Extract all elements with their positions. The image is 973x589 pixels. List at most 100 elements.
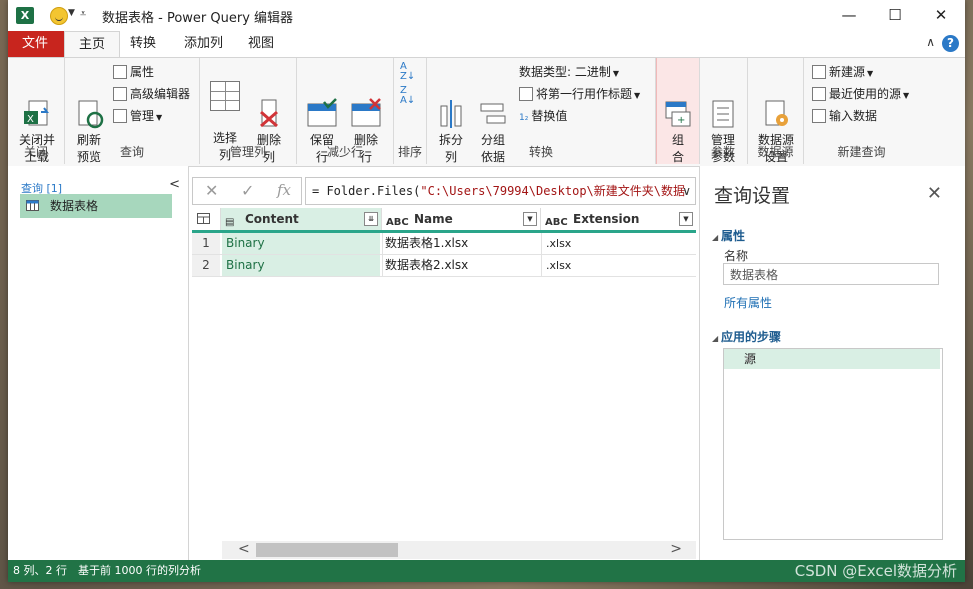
table-row: 1 Binary 数据表格1.xlsx .xlsx	[192, 233, 696, 255]
customize-toolbar-icon[interactable]: ⩡	[80, 7, 86, 21]
advanced-editor-button[interactable]: 高级编辑器	[113, 84, 190, 104]
svg-text:X: X	[27, 114, 34, 125]
tab-file[interactable]: 文件	[8, 31, 64, 57]
recent-sources-label: 最近使用的源	[829, 87, 902, 101]
data-source-settings-icon	[760, 81, 792, 126]
group-query-label: 查询	[119, 145, 144, 159]
query-settings-title: 查询设置	[714, 185, 791, 207]
column-header-content[interactable]: ▤ Content ⇊	[221, 208, 382, 230]
tab-transform[interactable]: 转换	[116, 31, 170, 57]
scroll-left-icon[interactable]: <	[238, 541, 250, 557]
applied-steps-header[interactable]: 应用的步骤	[712, 328, 781, 345]
group-parameters: 管理 参数 参数	[699, 58, 748, 164]
sort-ascending-icon[interactable]: A Z↓	[400, 62, 415, 82]
binary-cell[interactable]: Binary	[222, 255, 380, 276]
group-close-label: 关闭	[23, 145, 48, 159]
scroll-thumb[interactable]	[256, 543, 398, 557]
horizontal-scrollbar[interactable]: < >	[222, 541, 696, 559]
recent-sources-button[interactable]: 最近使用的源 ▼	[812, 84, 909, 104]
properties-button[interactable]: 属性	[113, 62, 154, 82]
column-name: Name	[414, 212, 453, 226]
replace-values-label: 替换值	[531, 109, 568, 123]
gear-icon[interactable]: ✲	[744, 349, 933, 369]
formula-bar: ✕ ✓ fx = Folder.Files("C:\Users\79994\De…	[192, 177, 696, 205]
formula-input[interactable]: = Folder.Files("C:\Users\79994\Desktop\新…	[305, 177, 696, 205]
keep-rows-icon	[306, 81, 338, 127]
binary-type-icon[interactable]: ▤	[225, 212, 234, 234]
group-new-query-label: 新建查询	[837, 145, 886, 159]
manage-parameters-icon	[707, 81, 739, 128]
extension-cell[interactable]: .xlsx	[541, 233, 701, 254]
binary-cell[interactable]: Binary	[222, 233, 380, 254]
query-item[interactable]: 数据表格	[20, 194, 172, 218]
expand-formula-icon[interactable]: ∨	[682, 178, 691, 204]
all-properties-link[interactable]: 所有属性	[724, 294, 772, 311]
applied-step[interactable]: 源 ✲	[724, 349, 940, 369]
feedback-smiley-icon[interactable]	[50, 7, 68, 25]
scroll-right-icon[interactable]: >	[670, 541, 682, 557]
column-filter-icon[interactable]: ▼	[523, 212, 537, 226]
minimize-button[interactable]: —	[834, 4, 864, 26]
tab-add-column[interactable]: 添加列	[170, 31, 237, 57]
fx-icon[interactable]: fx	[277, 181, 291, 199]
table-icon	[26, 200, 39, 211]
column-row-count: 8 列、2 行	[13, 564, 67, 577]
data-grid: ▤ Content ⇊ ABC Name ▼ ABC Extension ▼ 1…	[192, 208, 696, 548]
refresh-icon	[73, 81, 105, 129]
combine-button[interactable]: + 组 合	[661, 64, 695, 166]
enter-data-icon	[812, 109, 826, 123]
name-cell[interactable]: 数据表格2.xlsx	[382, 255, 543, 276]
properties-section-header[interactable]: 属性	[712, 227, 745, 244]
name-cell[interactable]: 数据表格1.xlsx	[382, 233, 543, 254]
group-transform-label: 转换	[528, 145, 553, 159]
ribbon-tabs: 文件 主页 转换 添加列 视图 ∧ ?	[8, 31, 965, 58]
query-settings-pane: 查询设置 ✕ 属性 名称 数据表格 所有属性 应用的步骤 源 ✲	[699, 166, 965, 560]
column-filter-icon[interactable]: ▼	[679, 212, 693, 226]
tab-home[interactable]: 主页	[64, 31, 121, 58]
text-type-icon[interactable]: ABC	[545, 212, 568, 234]
column-expand-icon[interactable]: ⇊	[364, 212, 378, 226]
grid-header: ▤ Content ⇊ ABC Name ▼ ABC Extension ▼	[192, 208, 696, 233]
formula-prefix: = Folder.Files(	[312, 184, 421, 198]
sort-descending-icon[interactable]: Z A↓	[400, 86, 415, 106]
group-data-source-label: 数据源	[757, 145, 794, 159]
table-menu-icon[interactable]	[192, 208, 221, 230]
maximize-button[interactable]: ☐	[880, 4, 910, 26]
power-query-window: X ▼ ⩡ 数据表格 - Power Query 编辑器 — ☐ ✕ 文件 主页…	[8, 0, 965, 582]
extension-cell[interactable]: .xlsx	[541, 255, 701, 276]
text-type-icon[interactable]: ABC	[386, 212, 409, 234]
cancel-formula-icon[interactable]: ✕	[205, 181, 218, 200]
close-button[interactable]: ✕	[926, 4, 956, 26]
group-sort: A Z↓ Z A↓ 排序	[394, 58, 427, 164]
manage-button[interactable]: 管理 ▼	[113, 106, 162, 126]
data-type-dropdown[interactable]: 数据类型: 二进制 ▼	[519, 62, 619, 82]
profiling-status[interactable]: 基于前 1000 行的列分析	[78, 560, 201, 582]
enter-data-button[interactable]: 输入数据	[812, 106, 877, 126]
column-header-extension[interactable]: ABC Extension ▼	[541, 208, 696, 230]
window-title: 数据表格 - Power Query 编辑器	[102, 11, 294, 26]
quick-access-dropdown-icon[interactable]: ▼	[68, 8, 75, 18]
new-source-button[interactable]: 新建源 ▼	[812, 62, 873, 82]
use-first-row-header-button[interactable]: 将第一行用作标题 ▼	[519, 84, 640, 104]
close-pane-icon[interactable]: ✕	[927, 183, 942, 204]
new-source-label: 新建源	[829, 65, 866, 79]
data-type-label: 数据类型: 二进制	[519, 65, 611, 79]
title-bar: X ▼ ⩡ 数据表格 - Power Query 编辑器 — ☐ ✕	[8, 0, 965, 31]
enter-data-label: 输入数据	[829, 109, 878, 123]
combine-label: 组 合	[671, 133, 684, 164]
applied-steps-list: 源 ✲	[723, 348, 943, 540]
collapse-pane-icon[interactable]: <	[169, 177, 180, 192]
query-item-label: 数据表格	[50, 199, 99, 213]
recent-sources-icon	[812, 87, 826, 101]
column-header-name[interactable]: ABC Name ▼	[382, 208, 541, 230]
collapse-ribbon-icon[interactable]: ∧	[926, 35, 935, 49]
tab-view[interactable]: 视图	[234, 31, 288, 57]
svg-text:+: +	[677, 115, 685, 126]
replace-values-button[interactable]: 1₂ 替换值	[519, 106, 567, 126]
group-combine: + 组 合	[656, 58, 700, 164]
group-parameters-label: 参数	[710, 145, 735, 159]
query-name-input[interactable]: 数据表格	[723, 263, 939, 285]
properties-icon	[113, 65, 127, 79]
help-icon[interactable]: ?	[942, 35, 959, 52]
confirm-formula-icon[interactable]: ✓	[241, 181, 254, 200]
